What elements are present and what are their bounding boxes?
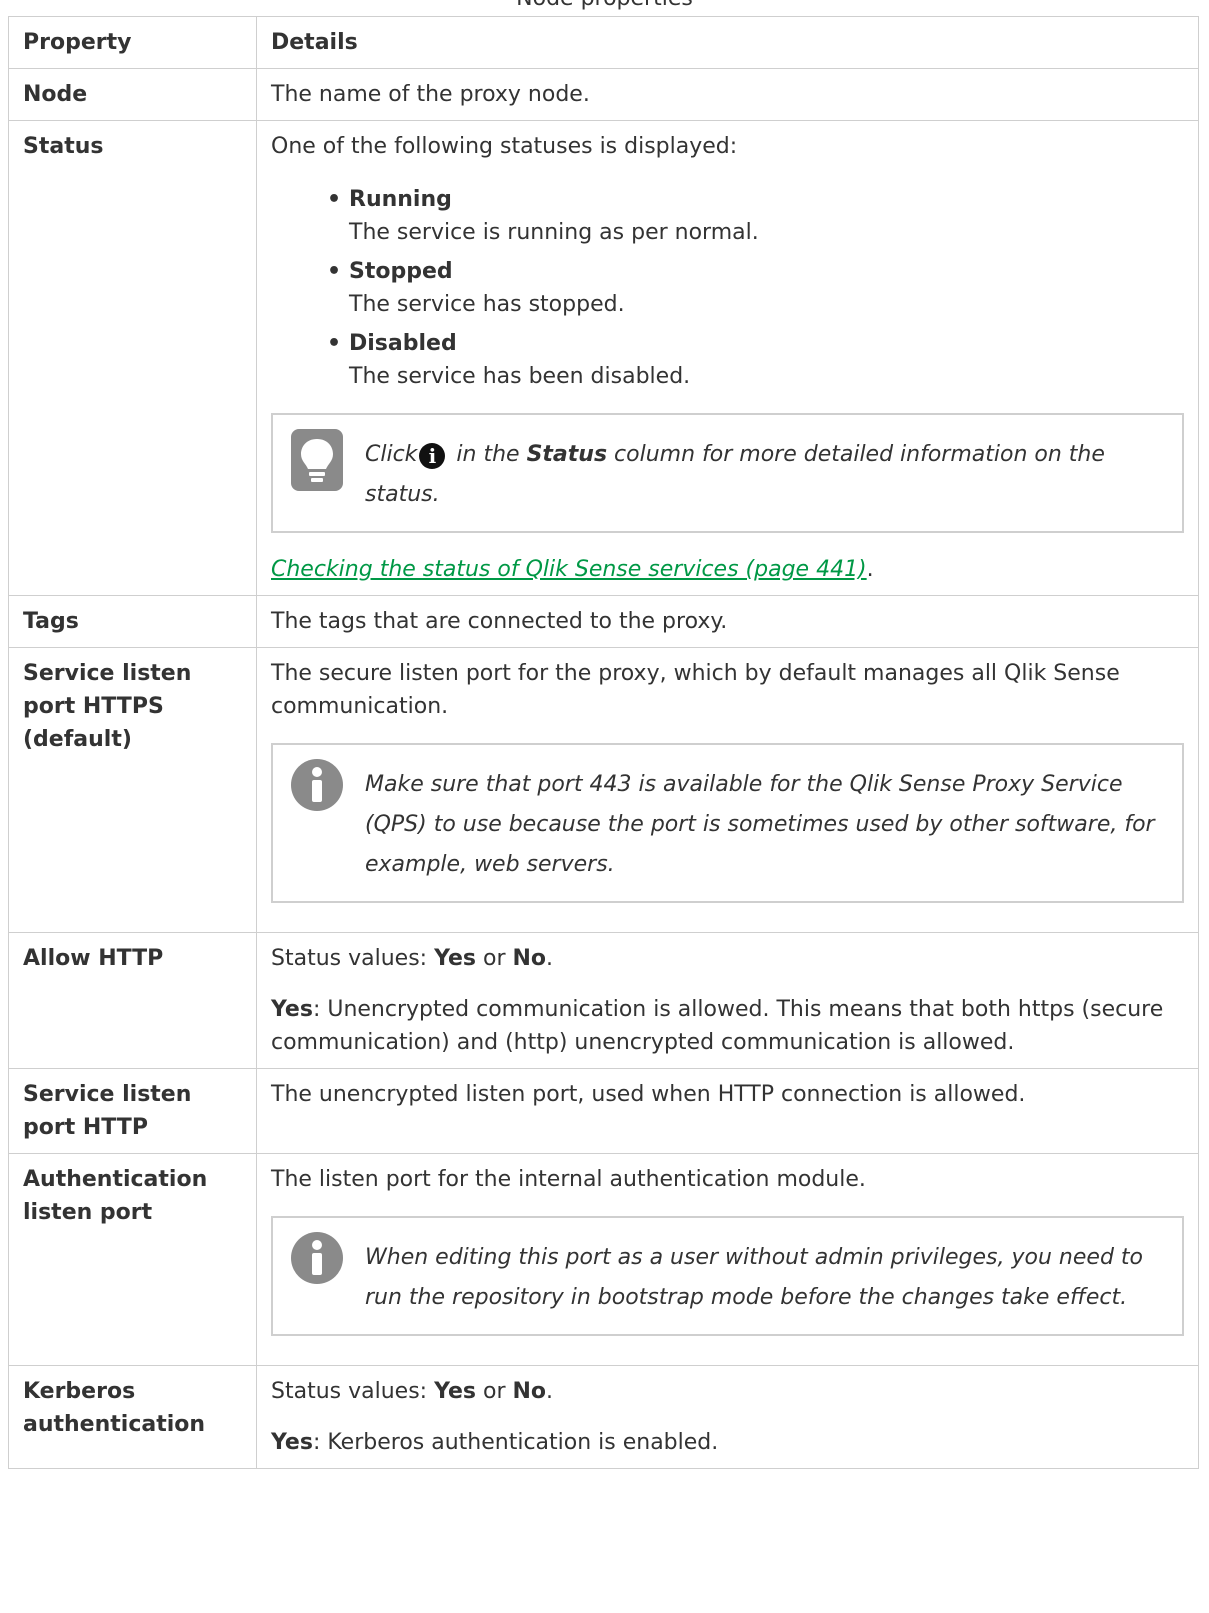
table-row: Node The name of the proxy node. [8, 68, 1199, 121]
property-status: Status [8, 120, 257, 596]
status-name: Stopped [349, 259, 453, 284]
node-properties-table: Property Details Node The name of the pr… [8, 16, 1199, 1469]
property-https-port: Service listen port HTTPS (default) [8, 647, 257, 933]
info-circle-icon [291, 1232, 343, 1318]
status-desc: The service has stopped. [349, 292, 625, 317]
yes-description: Yes: Kerberos authentication is enabled. [271, 1430, 719, 1455]
property-kerberos: Kerberos authentication [8, 1365, 257, 1469]
https-details: The secure listen port for the proxy, wh… [271, 661, 1120, 719]
note-box: Make sure that port 443 is available for… [271, 743, 1184, 903]
tip-box: Click i in the Status column for more det… [271, 413, 1184, 533]
status-desc: The service is running as per normal. [349, 220, 759, 245]
property-allow-http: Allow HTTP [8, 932, 257, 1069]
details-kerberos: Status values: Yes or No. Yes: Kerberos … [256, 1365, 1199, 1469]
note-text: Make sure that port 443 is available for… [365, 772, 1155, 877]
table-row: Service listen port HTTPS (default) The … [8, 647, 1199, 933]
details-https-port: The secure listen port for the proxy, wh… [256, 647, 1199, 933]
property-http-port: Service listen port HTTP [8, 1068, 257, 1154]
property-auth-port: Authentication listen port [8, 1153, 257, 1366]
table-row: Tags The tags that are connected to the … [8, 595, 1199, 648]
header-property: Property [8, 16, 257, 69]
info-icon: i [419, 443, 446, 469]
status-values: Status values: Yes or No. [271, 1379, 554, 1404]
details-tags: The tags that are connected to the proxy… [256, 595, 1199, 648]
status-list: Running The service is running as per no… [271, 183, 1184, 393]
property-node: Node [8, 68, 257, 121]
property-tags: Tags [8, 595, 257, 648]
status-link[interactable]: Checking the status of Qlik Sense servic… [271, 557, 867, 582]
status-name: Disabled [349, 331, 457, 356]
details-status: One of the following statuses is display… [256, 120, 1199, 596]
table-row: Kerberos authentication Status values: Y… [8, 1365, 1199, 1469]
lightbulb-icon [291, 429, 343, 515]
table-row: Status One of the following statuses is … [8, 120, 1199, 596]
details-allow-http: Status values: Yes or No. Yes: Unencrypt… [256, 932, 1199, 1069]
list-item: Disabled The service has been disabled. [327, 327, 1184, 393]
status-intro: One of the following statuses is display… [271, 134, 738, 159]
table-header-row: Property Details [8, 16, 1199, 69]
details-http-port: The unencrypted listen port, used when H… [256, 1068, 1199, 1154]
status-desc: The service has been disabled. [349, 364, 691, 389]
table-row: Service listen port HTTP The unencrypted… [8, 1068, 1199, 1154]
yes-description: Yes: Unencrypted communication is allowe… [271, 997, 1164, 1055]
status-values: Status values: Yes or No. [271, 946, 554, 971]
auth-details: The listen port for the internal authent… [271, 1167, 866, 1192]
table-row: Allow HTTP Status values: Yes or No. Yes… [8, 932, 1199, 1069]
details-auth-port: The listen port for the internal authent… [256, 1153, 1199, 1366]
list-item: Stopped The service has stopped. [327, 255, 1184, 321]
list-item: Running The service is running as per no… [327, 183, 1184, 249]
note-box: When editing this port as a user without… [271, 1216, 1184, 1336]
header-details: Details [256, 16, 1199, 69]
note-text: When editing this port as a user without… [365, 1245, 1143, 1310]
status-name: Running [349, 187, 452, 212]
table-caption: Node properties [0, 0, 1209, 11]
table-row: Authentication listen port The listen po… [8, 1153, 1199, 1366]
info-circle-icon [291, 759, 343, 885]
tip-text: Click i in the Status column for more det… [365, 442, 1105, 507]
details-node: The name of the proxy node. [256, 68, 1199, 121]
